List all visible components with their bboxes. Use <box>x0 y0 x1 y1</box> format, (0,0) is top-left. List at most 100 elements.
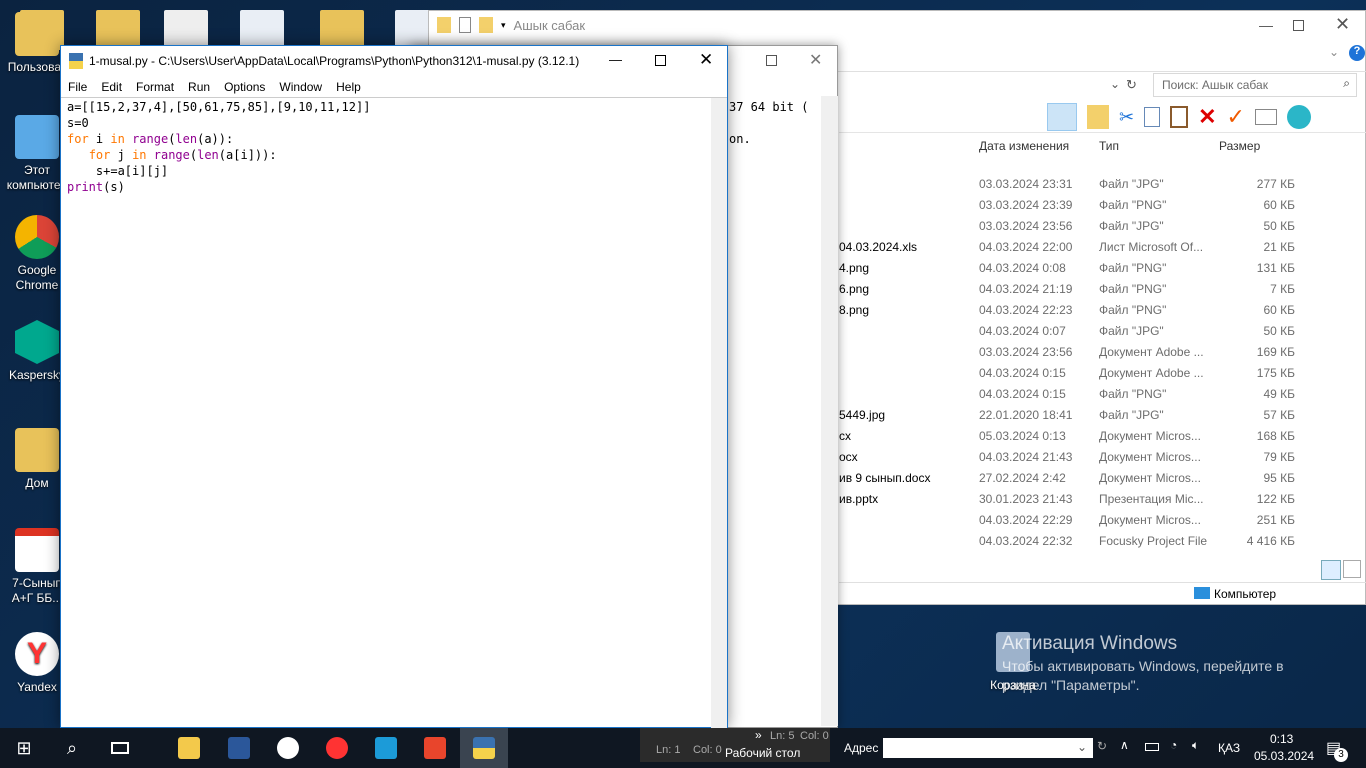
close-button[interactable]: ✕ <box>809 50 822 70</box>
menu-format[interactable]: Format <box>136 80 174 94</box>
task-view-button[interactable] <box>96 728 144 768</box>
menu-run[interactable]: Run <box>188 80 210 94</box>
file-row[interactable]: cx 05.03.2024 0:13 Документ Micros... 168 К… <box>839 426 1299 447</box>
file-date: 04.03.2024 21:19 <box>979 282 1073 296</box>
close-button[interactable]: ✕ <box>1335 14 1350 35</box>
file-date: 04.03.2024 0:08 <box>979 261 1066 275</box>
cut-icon[interactable]: ✂ <box>1119 107 1134 128</box>
code-editor[interactable]: a=[[15,2,37,4],[50,61,75,85],[9,10,11,12… <box>67 99 370 195</box>
paste-icon[interactable] <box>1170 106 1189 128</box>
menu-edit[interactable]: Edit <box>101 80 122 94</box>
file-row[interactable]: 03.03.2024 23:39 Файл "PNG" 60 КБ <box>839 195 1299 216</box>
toolbar-overflow-icon[interactable]: » <box>755 728 762 742</box>
taskbar-yandex-browser[interactable] <box>264 728 312 768</box>
search-input[interactable]: Поиск: Ашык сабак ⌕ <box>1153 73 1357 97</box>
taskbar-python-idle[interactable] <box>460 728 508 768</box>
address-dropdown-icon[interactable]: ⌄ <box>1110 77 1120 91</box>
file-size: 60 КБ <box>1263 198 1295 212</box>
taskbar-focusky[interactable] <box>362 728 410 768</box>
scrollbar[interactable] <box>821 96 838 726</box>
search-button[interactable]: ⌕ <box>48 728 96 768</box>
delete-icon[interactable]: ✕ <box>1198 104 1216 130</box>
menu-help[interactable]: Help <box>336 80 361 94</box>
desktop-document-icon[interactable] <box>164 10 208 50</box>
wifi-icon[interactable]: ◔ <box>1170 738 1177 752</box>
show-hidden-icons[interactable]: ∧ <box>1120 738 1129 752</box>
file-row[interactable]: 04.03.2024 22:29 Документ Micros... 251 КБ <box>839 510 1299 531</box>
focusky-icon <box>375 737 397 759</box>
taskbar-word[interactable] <box>215 728 263 768</box>
file-row[interactable]: 03.03.2024 23:31 Файл "JPG" 277 КБ <box>839 174 1299 195</box>
file-row[interactable]: 03.03.2024 23:56 Файл "JPG" 50 КБ <box>839 216 1299 237</box>
windows-logo-icon: ⊞ <box>16 737 32 758</box>
file-date: 27.02.2024 2:42 <box>979 471 1066 485</box>
maximize-button[interactable] <box>655 55 666 66</box>
close-button[interactable]: ✕ <box>699 50 713 70</box>
file-row[interactable]: 04.03.2024 0:07 Файл "JPG" 50 КБ <box>839 321 1299 342</box>
desktop-pdf-folder-icon[interactable] <box>320 10 364 50</box>
file-date: 04.03.2024 22:32 <box>979 534 1073 548</box>
desktop-word-icon[interactable] <box>240 10 284 50</box>
battery-icon[interactable] <box>1145 743 1159 751</box>
file-row[interactable]: 04.03.2024 0:15 Документ Adobe ... 175 КБ <box>839 363 1299 384</box>
clock-time[interactable]: 0:13 <box>1270 732 1293 746</box>
volume-icon[interactable]: 🔈︎ <box>1192 738 1199 753</box>
taskbar-yandex[interactable] <box>313 728 361 768</box>
file-row[interactable]: ocx 04.03.2024 21:43 Документ Micros... 79 … <box>839 447 1299 468</box>
menu-options[interactable]: Options <box>224 80 265 94</box>
idle-editor-window: 1-musal.py - C:\Users\User\AppData\Local… <box>60 45 728 728</box>
taskbar-presentation[interactable] <box>411 728 459 768</box>
scrollbar[interactable] <box>711 98 727 728</box>
file-row[interactable]: 5449.jpg 22.01.2020 18:41 Файл "JPG" 57 КБ <box>839 405 1299 426</box>
minimize-button[interactable]: — <box>609 52 622 67</box>
file-size: 49 КБ <box>1263 387 1295 401</box>
menu-file[interactable]: File <box>68 80 87 94</box>
file-row[interactable]: 03.03.2024 23:56 Документ Adobe ... 169 КБ <box>839 342 1299 363</box>
tiles-view-button[interactable] <box>1343 560 1361 578</box>
file-row[interactable]: 04.03.2024 0:15 Файл "PNG" 49 КБ <box>839 384 1299 405</box>
properties-icon[interactable] <box>459 17 471 33</box>
start-button[interactable]: ⊞ <box>0 728 48 768</box>
file-date: 04.03.2024 0:15 <box>979 387 1066 401</box>
help-icon[interactable]: ? <box>1349 45 1365 61</box>
column-header-size[interactable]: Размер <box>1219 139 1260 153</box>
copy-icon[interactable] <box>1144 107 1161 127</box>
file-row[interactable]: ив.pptx 30.01.2023 21:43 Презентация Mic..… <box>839 489 1299 510</box>
file-row[interactable]: 8.png 04.03.2024 22:23 Файл "PNG" 60 КБ <box>839 300 1299 321</box>
desktop-icon-label: Пользоват <box>7 60 67 74</box>
taskbar-explorer[interactable] <box>165 728 213 768</box>
address-refresh-icon[interactable]: ↻ <box>1097 739 1107 753</box>
file-size: 4 416 КБ <box>1246 534 1295 548</box>
desktop-pdf-folder-icon[interactable] <box>96 10 140 50</box>
ribbon-expand-icon[interactable]: ⌄ <box>1329 45 1339 59</box>
new-folder-icon[interactable] <box>479 17 493 33</box>
details-view-button[interactable] <box>1321 560 1341 580</box>
activation-line1: Чтобы активировать Windows, перейдите в <box>1002 658 1284 674</box>
check-icon[interactable]: ✓ <box>1227 104 1245 130</box>
properties-icon[interactable] <box>1254 109 1277 125</box>
menu-window[interactable]: Window <box>279 80 322 94</box>
folder-icon <box>437 17 451 33</box>
desktop-toolbar-label[interactable]: Рабочий стол <box>725 746 800 760</box>
view-options-icon[interactable] <box>1087 105 1109 129</box>
clock-date[interactable]: 05.03.2024 <box>1254 749 1314 763</box>
desktop-icon-label: Google Chrome <box>15 263 59 292</box>
file-row[interactable]: 4.png 04.03.2024 0:08 Файл "PNG" 131 КБ <box>839 258 1299 279</box>
address-input[interactable]: ⌄ <box>883 738 1093 758</box>
maximize-button[interactable] <box>1293 20 1304 31</box>
preview-pane-icon[interactable] <box>1047 103 1077 131</box>
file-row[interactable]: 04.03.2024.xls 04.03.2024 22:00 Лист Micro… <box>839 237 1299 258</box>
address-dropdown-icon[interactable]: ⌄ <box>1077 740 1087 754</box>
file-row[interactable]: ив 9 сынып.docx 27.02.2024 2:42 Документ M… <box>839 468 1299 489</box>
file-name: ocx <box>839 450 858 464</box>
column-header-date[interactable]: Дата изменения <box>979 139 1069 153</box>
minimize-button[interactable]: — <box>1259 17 1273 33</box>
refresh-icon[interactable]: ↻ <box>1126 77 1137 93</box>
quick-access-dropdown-icon[interactable]: ▾ <box>501 20 506 31</box>
maximize-button[interactable] <box>766 55 777 66</box>
file-row[interactable]: 6.png 04.03.2024 21:19 Файл "PNG" 7 КБ <box>839 279 1299 300</box>
file-row[interactable]: 04.03.2024 22:32 Focusky Project File 4 41… <box>839 531 1299 552</box>
column-header-type[interactable]: Тип <box>1099 139 1119 153</box>
language-indicator[interactable]: ҚАЗ <box>1218 741 1240 755</box>
shell-icon[interactable] <box>1286 105 1311 129</box>
